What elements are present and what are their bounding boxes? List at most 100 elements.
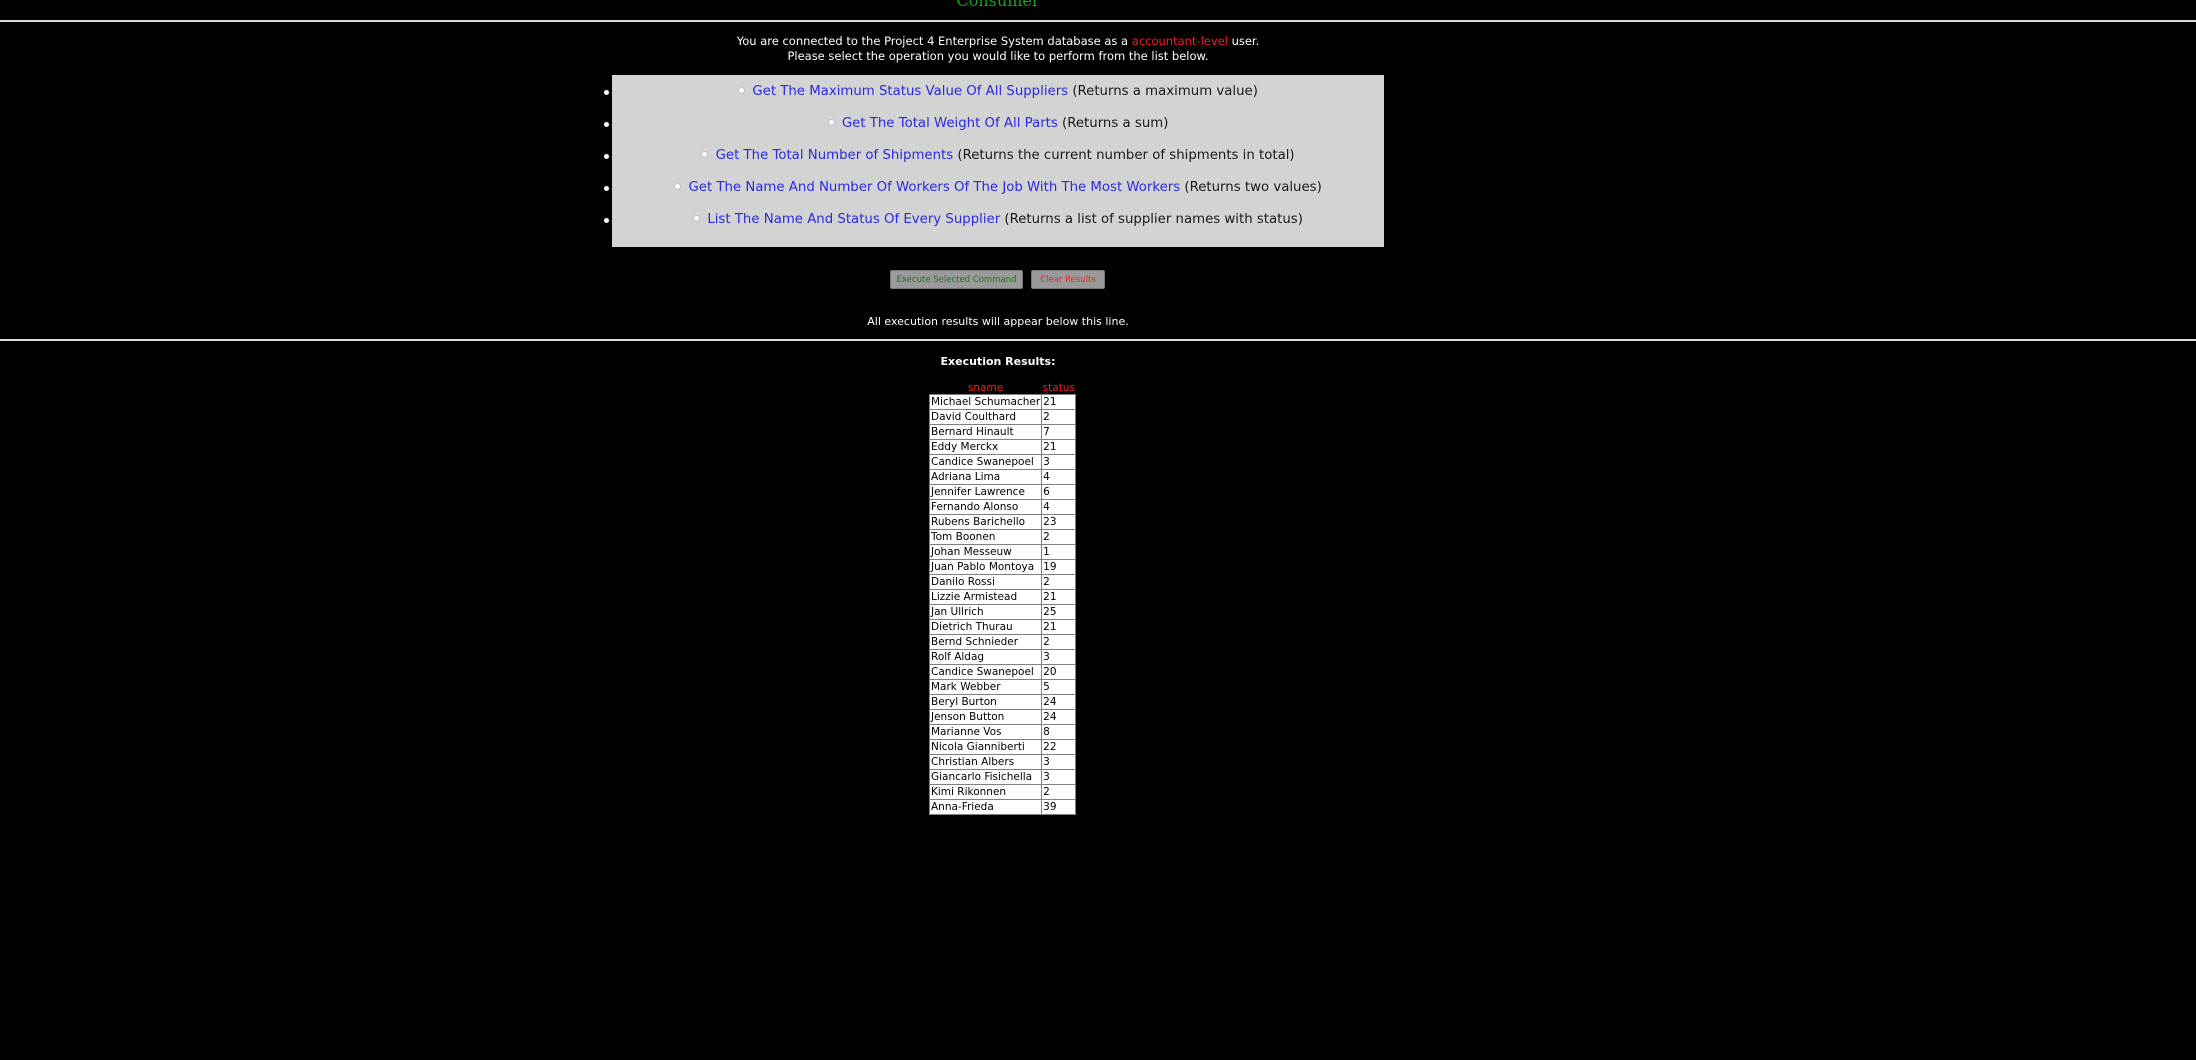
table-row: Anna-Frieda 39 [928, 799, 1077, 815]
operation-item-total-shipments[interactable]: Get The Total Number of Shipments (Retur… [604, 145, 1384, 167]
supplier-name-cell: Nicola Gianniberti [928, 739, 1043, 755]
supplier-name-cell: Fernando Alonso [928, 499, 1043, 515]
supplier-status-cell: 25 [1041, 604, 1077, 620]
operation-link[interactable]: List The Name And Status Of Every Suppli… [707, 212, 1000, 227]
supplier-name-cell: Michael Schumacher [928, 394, 1043, 410]
table-row: Candice Swanepoel 20 [928, 664, 1077, 680]
supplier-name-cell: Candice Swanepoel [928, 664, 1043, 680]
supplier-name-cell: Christian Albers [928, 754, 1043, 770]
supplier-name-cell: Bernd Schnieder [928, 634, 1043, 650]
table-row: Adriana Lima 4 [928, 469, 1077, 485]
supplier-status-cell: 1 [1041, 544, 1077, 560]
column-header-sname: sname [929, 382, 1042, 395]
supplier-name-cell: Adriana Lima [928, 469, 1043, 485]
supplier-status-cell: 21 [1041, 394, 1077, 410]
supplier-status-cell: 3 [1041, 754, 1077, 770]
supplier-name-cell: David Coulthard [928, 409, 1043, 425]
instruction-line: Please select the operation you would li… [787, 49, 1209, 63]
supplier-status-cell: 21 [1041, 439, 1077, 455]
supplier-name-cell: Marianne Vos [928, 724, 1043, 740]
user-role: accountant-level [1131, 34, 1228, 48]
radio-button[interactable] [738, 86, 746, 94]
table-row: Lizzie Armistead 21 [928, 589, 1077, 605]
column-header-status: status [1041, 382, 1076, 395]
supplier-status-cell: 7 [1041, 424, 1077, 440]
supplier-status-cell: 23 [1041, 514, 1077, 530]
table-row: Johan Messeuw 1 [928, 544, 1077, 560]
table-row: Michael Schumacher 21 [928, 394, 1077, 410]
table-row: Danilo Rossi 2 [928, 574, 1077, 590]
supplier-status-cell: 3 [1041, 649, 1077, 665]
supplier-name-cell: Beryl Burton [928, 694, 1043, 710]
table-row: Fernando Alonso 4 [928, 499, 1077, 515]
supplier-name-cell: Tom Boonen [928, 529, 1043, 545]
supplier-status-cell: 24 [1041, 709, 1077, 725]
supplier-name-cell: Jenson Button [928, 709, 1043, 725]
results-body: Michael Schumacher 21 David Coulthard 2 Bern… [928, 394, 1077, 815]
connection-message: You are connected to the Project 4 Enter… [0, 34, 1996, 64]
operation-item-total-weight[interactable]: Get The Total Weight Of All Parts (Retur… [604, 113, 1384, 135]
operation-link[interactable]: Get The Total Weight Of All Parts [842, 116, 1058, 131]
operation-item-list-suppliers[interactable]: List The Name And Status Of Every Suppli… [604, 209, 1384, 231]
table-row: Rolf Aldag 3 [928, 649, 1077, 665]
bullet-icon [604, 186, 609, 191]
supplier-name-cell: Kimi Rikonnen [928, 784, 1043, 800]
bullet-icon [604, 218, 609, 223]
supplier-status-cell: 2 [1041, 409, 1077, 425]
table-row: Kimi Rikonnen 2 [928, 784, 1077, 800]
table-row: Dietrich Thurau 21 [928, 619, 1077, 635]
supplier-name-cell: Giancarlo Fisichella [928, 769, 1043, 785]
radio-button[interactable] [827, 118, 835, 126]
supplier-name-cell: Anna-Frieda [928, 799, 1043, 815]
supplier-status-cell: 2 [1041, 784, 1077, 800]
supplier-name-cell: Jan Ullrich [928, 604, 1043, 620]
table-row: Juan Pablo Montoya 19 [928, 559, 1077, 575]
operation-item-most-workers[interactable]: Get The Name And Number Of Workers Of Th… [604, 177, 1384, 199]
execute-command-button[interactable]: Execute Selected Command [890, 270, 1023, 289]
supplier-status-cell: 22 [1041, 739, 1077, 755]
supplier-status-cell: 21 [1041, 619, 1077, 635]
table-row: Giancarlo Fisichella 3 [928, 769, 1077, 785]
supplier-name-cell: Johan Messeuw [928, 544, 1043, 560]
supplier-status-cell: 8 [1041, 724, 1077, 740]
supplier-status-cell: 24 [1041, 694, 1077, 710]
table-row: Mark Webber 5 [928, 679, 1077, 695]
operation-item-max-status[interactable]: Get The Maximum Status Value Of All Supp… [604, 81, 1384, 103]
supplier-status-cell: 39 [1041, 799, 1077, 815]
table-row: David Coulthard 2 [928, 409, 1077, 425]
results-note: All execution results will appear below … [867, 315, 1129, 328]
operation-link[interactable]: Get The Total Number of Shipments [716, 148, 954, 163]
radio-button[interactable] [693, 214, 701, 222]
operation-note: (Returns a maximum value) [1072, 84, 1258, 99]
operations-panel: Get The Maximum Status Value Of All Supp… [604, 75, 1384, 247]
operation-note: (Returns two values) [1184, 180, 1322, 195]
supplier-name-cell: Mark Webber [928, 679, 1043, 695]
operation-note: (Returns a sum) [1062, 116, 1169, 131]
bullet-icon [604, 122, 609, 127]
operation-link[interactable]: Get The Name And Number Of Workers Of Th… [688, 180, 1180, 195]
table-row: Marianne Vos 8 [928, 724, 1077, 740]
operation-note: (Returns a list of supplier names with s… [1004, 212, 1303, 227]
supplier-name-cell: Rolf Aldag [928, 649, 1043, 665]
table-row: Tom Boonen 2 [928, 529, 1077, 545]
table-row: Bernd Schnieder 2 [928, 634, 1077, 650]
supplier-name-cell: Rubens Barichello [928, 514, 1043, 530]
supplier-name-cell: Bernard Hinault [928, 424, 1043, 440]
radio-button[interactable] [701, 150, 709, 158]
table-row: Bernard Hinault 7 [928, 424, 1077, 440]
table-row: Beryl Burton 24 [928, 694, 1077, 710]
supplier-name-cell: Eddy Merckx [928, 439, 1043, 455]
radio-button[interactable] [674, 182, 682, 190]
supplier-name-cell: Lizzie Armistead [928, 589, 1043, 605]
supplier-name-cell: Danilo Rossi [928, 574, 1043, 590]
bullet-icon [604, 90, 609, 95]
operation-link[interactable]: Get The Maximum Status Value Of All Supp… [752, 84, 1068, 99]
connection-suffix: user. [1231, 34, 1260, 48]
connection-prefix: You are connected to the Project 4 Enter… [736, 34, 1129, 48]
table-row: Rubens Barichello 23 [928, 514, 1077, 530]
clear-results-button[interactable]: Clear Results [1031, 270, 1105, 289]
supplier-status-cell: 20 [1041, 664, 1077, 680]
supplier-status-cell: 19 [1041, 559, 1077, 575]
table-header-row: sname status [929, 382, 1076, 395]
connection-line: You are connected to the Project 4 Enter… [0, 34, 1996, 49]
